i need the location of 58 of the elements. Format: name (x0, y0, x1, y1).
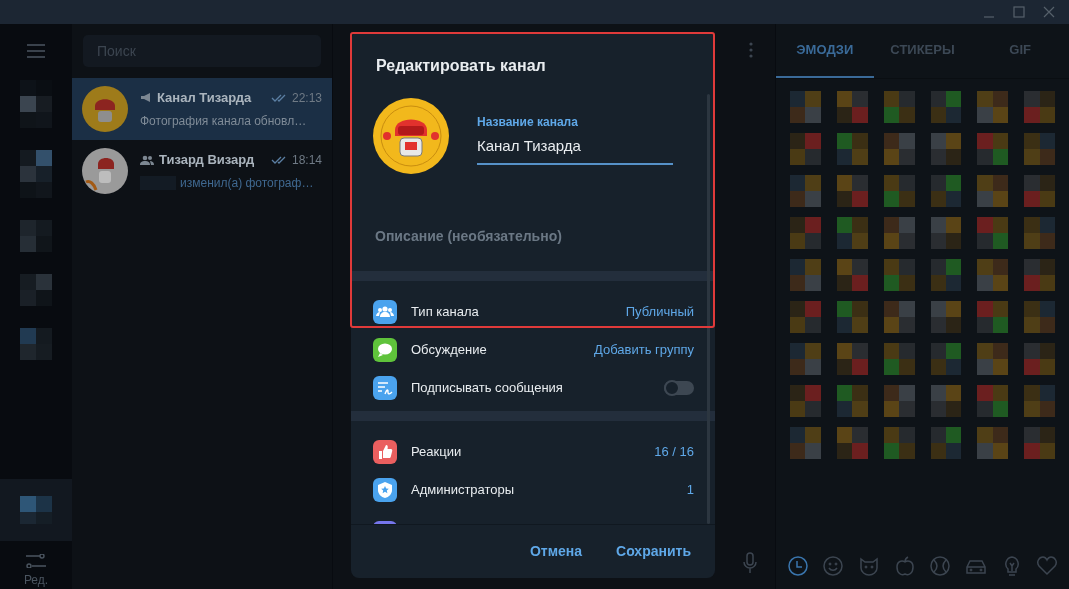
row-label: Обсуждение (411, 341, 488, 360)
toggle-switch[interactable] (664, 381, 694, 395)
pixelated-folder-icon[interactable] (20, 220, 52, 252)
kebab-menu-icon[interactable] (749, 42, 753, 58)
menu-icon[interactable] (26, 44, 46, 58)
animals-category-icon[interactable] (858, 555, 881, 577)
chat-preview: изменил(а) фотограф… (180, 175, 314, 193)
microphone-icon[interactable] (743, 552, 757, 574)
row-value: 16 / 16 (654, 443, 694, 462)
dialog-title: Редактировать канал (375, 56, 547, 76)
chat-icon (373, 338, 397, 362)
sports-category-icon[interactable] (929, 555, 952, 577)
people-icon (140, 154, 154, 165)
chat-row[interactable]: Канал Тизарда 22:13 Фотография канала обновл… (72, 78, 332, 140)
settings-row[interactable]: Администраторы 1 (351, 471, 715, 509)
row-value: Публичный (625, 303, 694, 322)
row-label: Тип канала (411, 303, 480, 322)
channel-name-field[interactable]: Канал Тизарда (477, 131, 673, 165)
pixelated-folder-icon[interactable] (20, 80, 52, 128)
chat-time: 18:14 (291, 151, 322, 169)
description-field[interactable]: Описание (необязательно) (375, 226, 691, 271)
settings-row[interactable]: Реакции 16 / 16 (351, 433, 715, 471)
settings-row[interactable]: Тип канала Публичный (351, 293, 715, 331)
pixelated-folder-icon[interactable] (20, 150, 52, 198)
recent-category-icon[interactable] (786, 555, 809, 577)
maximize-icon[interactable] (1013, 6, 1025, 18)
row-label: Администраторы (411, 481, 516, 500)
robot-avatar (82, 148, 128, 194)
row-value: Добавить группу (594, 341, 694, 360)
robot-logo-avatar (82, 86, 128, 132)
settings-row[interactable]: Обсуждение Добавить группу (351, 331, 715, 369)
settings-row[interactable]: Подписывать сообщения (351, 369, 715, 407)
chat-name: Канал Тизарда (157, 88, 253, 107)
shield-icon (373, 478, 397, 502)
active-folder[interactable] (0, 479, 72, 541)
panel-tab[interactable]: ЭМОДЗИ (776, 24, 874, 78)
symbols-category-icon[interactable] (1036, 555, 1059, 577)
pixelated-folder-icon[interactable] (20, 274, 52, 306)
chat-time: 22:13 (291, 89, 322, 107)
people-icon (373, 300, 397, 324)
close-icon[interactable] (1043, 6, 1055, 18)
row-value: 1 (686, 481, 694, 500)
double-check-icon (270, 93, 287, 102)
save-button[interactable]: Сохранить (606, 535, 701, 568)
food-category-icon[interactable] (893, 555, 916, 577)
thumb-icon (373, 440, 397, 464)
double-check-icon (270, 155, 287, 164)
cancel-button[interactable]: Отмена (519, 535, 593, 568)
chat-preview: Фотография канала обновл… (140, 113, 307, 131)
row-label: Подписывать сообщения (411, 379, 564, 398)
pixelated-folder-icon[interactable] (20, 328, 52, 360)
megaphone-icon (140, 92, 152, 103)
sliders-icon[interactable] (25, 554, 47, 568)
field-label: Название канала (477, 114, 579, 131)
signature-icon (373, 376, 397, 400)
chat-name: Тизард Визард (159, 150, 256, 169)
smileys-category-icon[interactable] (822, 555, 845, 577)
row-label: Реакции (411, 443, 463, 462)
